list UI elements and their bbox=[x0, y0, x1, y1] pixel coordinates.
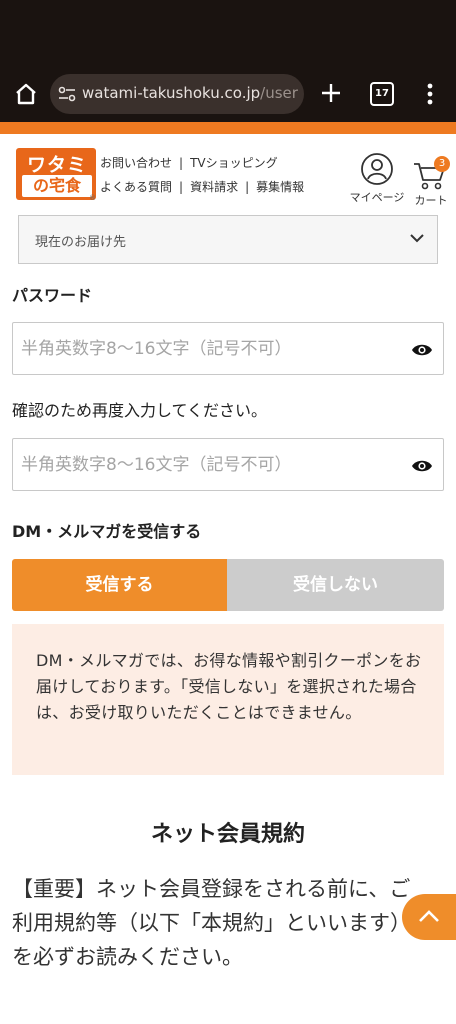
confirm-password-label: 確認のため再度入力してください。 bbox=[12, 401, 268, 420]
brochure-link[interactable]: 資料請求 bbox=[190, 180, 238, 194]
url-path: /user bbox=[260, 84, 298, 102]
logo-line1: ワタミ bbox=[26, 154, 87, 176]
terms-body: 【重要】ネット会員登録をされる前に、ご利用規約等（以下「本規約」といいます）を必… bbox=[12, 877, 411, 969]
plus-icon bbox=[322, 84, 340, 102]
dm-label: DM・メルマガを受信する bbox=[12, 522, 202, 541]
confirm-password-field[interactable] bbox=[12, 438, 444, 491]
cart-count-badge: 3 bbox=[434, 156, 450, 172]
dm-toggle: 受信する 受信しない bbox=[12, 559, 444, 611]
mypage-label: マイページ bbox=[349, 191, 405, 204]
scroll-to-top-button[interactable] bbox=[402, 894, 456, 940]
home-icon bbox=[16, 83, 36, 105]
delivery-destination-select[interactable]: 現在のお届け先 bbox=[18, 215, 438, 264]
more-vert-icon bbox=[427, 83, 433, 105]
url-host: watami-takushoku.co.jp bbox=[82, 84, 261, 102]
faq-link[interactable]: よくある質問 bbox=[100, 180, 172, 194]
tab-count: 17 bbox=[375, 88, 389, 99]
password-input[interactable] bbox=[21, 333, 401, 365]
url-text[interactable]: watami-takushoku.co.jp/user bbox=[82, 84, 298, 104]
link-separator: | bbox=[245, 180, 250, 194]
recruit-link[interactable]: 募集情報 bbox=[256, 180, 304, 194]
user-icon bbox=[361, 153, 393, 185]
password-label: パスワード bbox=[12, 286, 93, 305]
eye-icon[interactable] bbox=[411, 458, 433, 474]
site-logo[interactable]: ワタミ の宅食 bbox=[16, 148, 96, 200]
tab-switcher-icon[interactable]: 17 bbox=[370, 82, 394, 106]
link-separator: | bbox=[179, 180, 184, 194]
terms-title: ネット会員規約 bbox=[150, 822, 305, 847]
eye-icon[interactable] bbox=[411, 342, 433, 358]
status-bar bbox=[0, 0, 456, 66]
dm-notice-text: DM・メルマガでは、お得な情報や割引クーポンをお届けしております。「受信しない」… bbox=[36, 651, 422, 722]
accent-line bbox=[0, 122, 456, 134]
chevron-up-icon bbox=[419, 910, 439, 922]
chevron-down-icon bbox=[410, 234, 424, 243]
header-links: お問い合わせ | TVショッピング よくある質問 | 資料請求 | 募集情報 bbox=[100, 153, 340, 201]
dm-receive-button[interactable]: 受信する bbox=[12, 559, 227, 611]
cart-label: カート bbox=[414, 194, 448, 207]
site-settings-icon[interactable] bbox=[58, 85, 76, 103]
cart-button[interactable]: 3 カート bbox=[410, 156, 452, 208]
mypage-button[interactable]: マイページ bbox=[344, 152, 410, 208]
dm-notice-box: DM・メルマガでは、お得な情報や割引クーポンをお届けしております。「受信しない」… bbox=[12, 624, 444, 775]
delivery-label: 現在のお届け先 bbox=[35, 235, 127, 250]
contact-link[interactable]: お問い合わせ bbox=[100, 156, 172, 170]
registered-mark: ® bbox=[89, 194, 96, 202]
more-menu-button[interactable] bbox=[420, 80, 440, 108]
confirm-password-input[interactable] bbox=[21, 449, 401, 481]
link-separator: | bbox=[179, 156, 184, 170]
home-button[interactable] bbox=[12, 80, 40, 108]
new-tab-button[interactable] bbox=[318, 80, 344, 106]
address-bar[interactable]: watami-takushoku.co.jp/user bbox=[50, 74, 304, 114]
password-field[interactable] bbox=[12, 322, 444, 375]
logo-line2: の宅食 bbox=[22, 175, 92, 197]
header-links-row1: お問い合わせ | TVショッピング bbox=[100, 153, 340, 177]
tv-shopping-link[interactable]: TVショッピング bbox=[190, 156, 278, 170]
dm-decline-button[interactable]: 受信しない bbox=[227, 559, 444, 611]
header-links-row2: よくある質問 | 資料請求 | 募集情報 bbox=[100, 177, 340, 201]
